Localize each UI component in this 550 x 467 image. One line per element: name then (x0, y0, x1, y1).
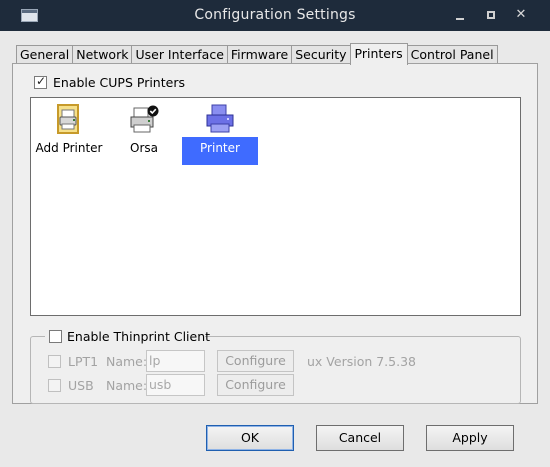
usb-name-field[interactable]: usb (146, 374, 205, 396)
apply-button[interactable]: Apply (426, 425, 514, 451)
tab-firmware[interactable]: Firmware (226, 45, 293, 64)
maximize-icon[interactable] (484, 8, 498, 22)
title-bar[interactable]: Configuration Settings ✕ (0, 0, 550, 31)
printer-item-add-printer[interactable]: Add Printer (31, 104, 107, 166)
minimize-icon[interactable] (453, 8, 467, 22)
printer-item-orsa[interactable]: Orsa (106, 104, 182, 166)
close-icon[interactable]: ✕ (514, 8, 528, 22)
thinprint-group: Enable Thinprint Client LPT1 Name: lp Co… (30, 328, 521, 404)
tab-printers[interactable]: Printers (349, 43, 408, 65)
ok-button[interactable]: OK (206, 425, 294, 451)
lpt1-configure-button[interactable]: Configure (217, 350, 294, 372)
tab-security[interactable]: Security (291, 45, 351, 64)
printer-icon (204, 104, 236, 136)
printers-tab-panel: Enable CUPS Printers Add Printer (12, 63, 538, 404)
add-printer-icon (53, 104, 85, 136)
printer-list[interactable]: Add Printer Orsa Printer (30, 97, 521, 316)
usb-label: USB (68, 378, 94, 393)
usb-configure-button[interactable]: Configure (217, 374, 294, 396)
printer-item-label: Orsa (130, 141, 158, 155)
lpt1-checkbox[interactable] (48, 355, 61, 368)
tab-user-interface[interactable]: User Interface (131, 45, 228, 64)
tab-network[interactable]: Network (72, 45, 133, 64)
thinprint-version: ux Version 7.5.38 (307, 354, 416, 369)
enable-cups-checkbox[interactable] (34, 74, 47, 89)
tab-bar: General Network User Interface Firmware … (16, 43, 498, 65)
usb-name-label: Name: (106, 378, 148, 393)
window-title: Configuration Settings (194, 7, 356, 23)
enable-thinprint-label: Enable Thinprint Client (67, 329, 211, 344)
printer-item-printer[interactable]: Printer (182, 104, 258, 166)
tab-general[interactable]: General (16, 45, 74, 64)
printer-item-label: Printer (182, 137, 258, 165)
enable-thinprint-checkbox[interactable] (49, 330, 62, 343)
cancel-button[interactable]: Cancel (316, 425, 404, 451)
printer-item-label: Add Printer (35, 141, 103, 155)
default-printer-icon (128, 104, 160, 136)
dialog-body: General Network User Interface Firmware … (1, 31, 549, 466)
enable-cups-label: Enable CUPS Printers (53, 75, 185, 90)
lpt1-name-field[interactable]: lp (146, 350, 205, 372)
usb-checkbox[interactable] (48, 379, 61, 392)
tab-control-panel[interactable]: Control Panel (406, 45, 498, 64)
lpt1-name-label: Name: (106, 354, 148, 369)
lpt1-label: LPT1 (68, 354, 99, 369)
thinprint-legend: Enable Thinprint Client (45, 328, 210, 345)
